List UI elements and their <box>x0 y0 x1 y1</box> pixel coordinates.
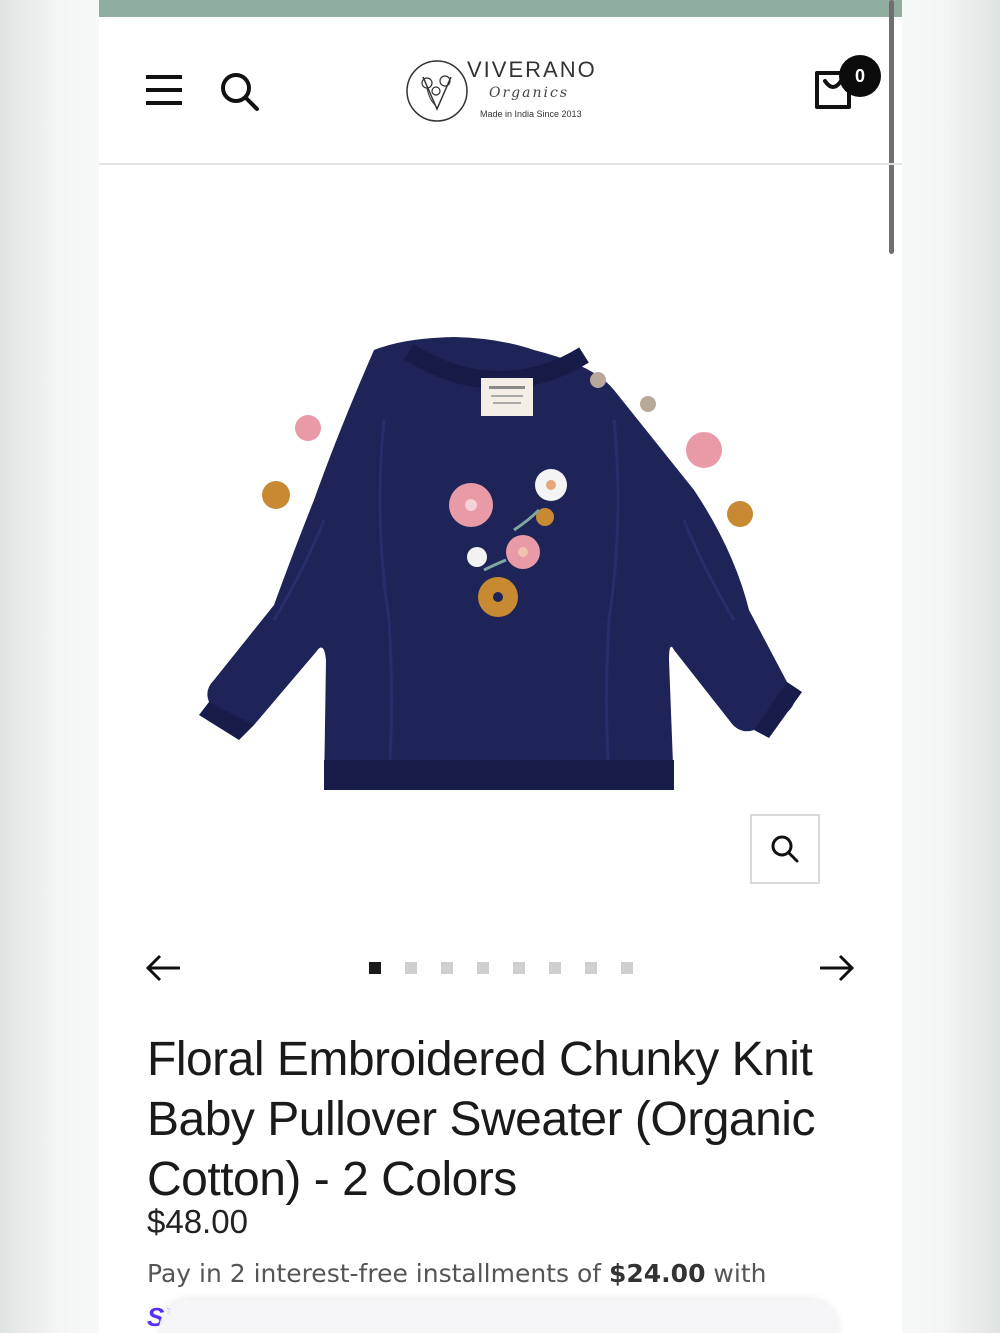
pagination-dot[interactable] <box>441 962 453 974</box>
installments-text: Pay in 2 interest-free installments of $… <box>147 1259 766 1288</box>
pagination-dot[interactable] <box>549 962 561 974</box>
cart-count-badge[interactable]: 0 <box>839 55 881 97</box>
product-page: VIVERANO Organics Made in India Since 20… <box>99 0 902 1333</box>
gallery-pagination <box>369 962 633 974</box>
previous-image-button[interactable] <box>144 950 184 986</box>
search-button[interactable] <box>219 71 261 113</box>
pagination-dot[interactable] <box>405 962 417 974</box>
product-image-sweater[interactable] <box>154 320 854 810</box>
announcement-bar <box>99 0 902 17</box>
hamburger-menu-icon <box>146 75 182 105</box>
product-title: Floral Embroidered Chunky Knit Baby Pull… <box>147 1033 815 1206</box>
logo-tagline: Made in India Since 2013 <box>480 109 582 119</box>
installments-amount: $24.00 <box>609 1259 706 1288</box>
browser-toolbar <box>159 1300 839 1333</box>
installments-prefix: Pay in 2 interest-free installments of <box>147 1259 609 1288</box>
logo-cotton-flower-icon <box>406 60 468 122</box>
logo-brand-text: VIVERANO <box>467 57 597 82</box>
brand-logo[interactable]: VIVERANO Organics Made in India Since 20… <box>405 57 605 127</box>
pagination-dot[interactable] <box>513 962 525 974</box>
pagination-dot[interactable] <box>621 962 633 974</box>
next-image-button[interactable] <box>816 950 856 986</box>
site-header: VIVERANO Organics Made in India Since 20… <box>99 17 902 165</box>
zoom-image-button[interactable] <box>750 814 820 884</box>
arrow-left-icon <box>145 954 180 982</box>
logo-sub-text: Organics <box>489 85 569 101</box>
search-icon <box>221 73 259 111</box>
zoom-search-icon <box>771 835 799 863</box>
arrow-right-icon <box>820 954 855 982</box>
pagination-dot[interactable] <box>477 962 489 974</box>
installments-suffix: with <box>705 1259 767 1288</box>
pagination-dot[interactable] <box>585 962 597 974</box>
pagination-dot[interactable] <box>369 962 381 974</box>
menu-button[interactable] <box>144 73 184 107</box>
product-price: $48.00 <box>147 1203 248 1240</box>
